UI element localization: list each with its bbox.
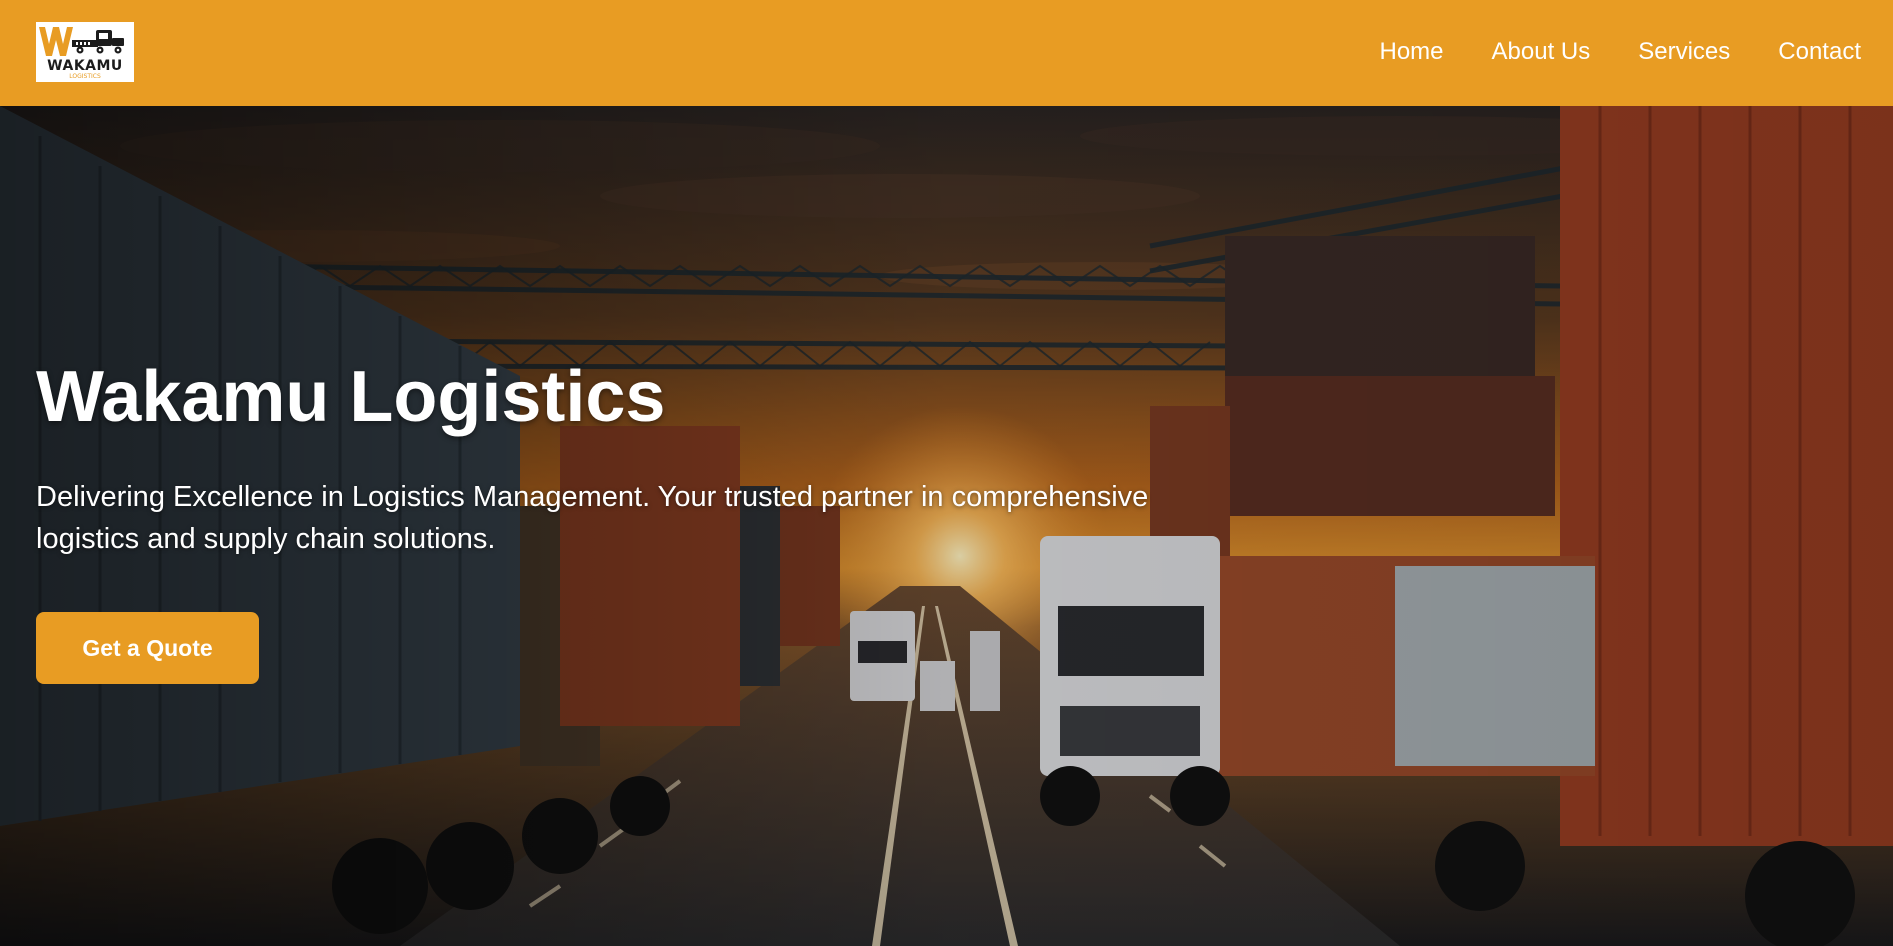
logo-tagline: LOGISTICS [69, 73, 101, 80]
top-navbar: WAKAMU LOGISTICS Home About Us Services … [0, 0, 1893, 106]
logo-wordmark: WAKAMU [47, 58, 123, 74]
nav-link-contact[interactable]: Contact [1778, 38, 1861, 66]
hero-content: Wakamu Logistics Delivering Excellence i… [36, 356, 1256, 684]
nav-link-about-us[interactable]: About Us [1492, 38, 1591, 66]
main-nav: Home About Us Services Contact [1380, 0, 1862, 104]
hero-title: Wakamu Logistics [36, 357, 666, 437]
hero-section: Wakamu Logistics Delivering Excellence i… [0, 106, 1893, 946]
nav-link-home[interactable]: Home [1380, 38, 1444, 66]
get-a-quote-button[interactable]: Get a Quote [36, 612, 259, 684]
truck-icon [39, 27, 124, 56]
landing-page: WAKAMU LOGISTICS Home About Us Services … [0, 0, 1893, 946]
nav-link-services[interactable]: Services [1638, 38, 1730, 66]
brand-logo[interactable]: WAKAMU LOGISTICS [36, 22, 134, 82]
hero-subtitle: Delivering Excellence in Logistics Manag… [36, 481, 1149, 555]
